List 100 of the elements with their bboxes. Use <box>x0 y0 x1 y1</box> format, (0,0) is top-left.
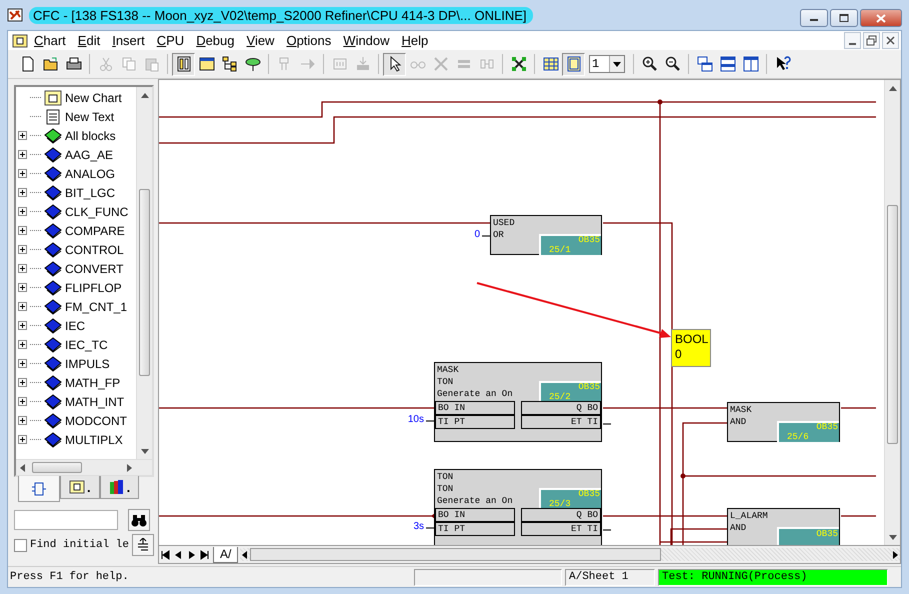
expand-icon[interactable] <box>18 226 27 235</box>
maximize-button[interactable] <box>830 9 858 27</box>
connector-icon <box>244 56 260 72</box>
insert-button[interactable] <box>132 534 154 556</box>
scroll-up-icon[interactable] <box>140 92 148 98</box>
menu-item[interactable]: Chart <box>28 33 72 48</box>
expand-icon[interactable] <box>18 435 27 444</box>
book-icon <box>44 374 62 390</box>
function-block[interactable]: L_ALARM AND OB35 <box>727 508 840 545</box>
zoom-dropdown[interactable]: 1 <box>589 55 625 73</box>
expand-icon[interactable] <box>18 131 27 140</box>
book-icon <box>44 204 62 220</box>
menu-item[interactable]: View <box>240 33 280 48</box>
expand-icon[interactable] <box>18 416 27 425</box>
tree-item[interactable]: MATH_INT <box>16 392 136 411</box>
expand-icon[interactable] <box>18 283 27 292</box>
tree-item[interactable]: IMPULS <box>16 354 136 373</box>
output-pin[interactable]: Q BO <box>521 401 601 415</box>
book-icon <box>44 432 62 448</box>
open-folder-icon <box>42 56 58 72</box>
minimize-icon[interactable] <box>844 32 861 49</box>
expand-icon[interactable] <box>18 264 27 273</box>
block-comment: Generate an On <box>437 495 514 507</box>
panel-tab[interactable] <box>18 476 60 502</box>
tree-item[interactable]: ANALOG <box>16 164 136 183</box>
tree-item[interactable]: MODCONT <box>16 411 136 430</box>
tree-item[interactable]: IEC <box>16 316 136 335</box>
tree-scrollbar[interactable] <box>136 87 152 459</box>
close-button[interactable] <box>860 9 902 27</box>
expand-icon[interactable] <box>18 150 27 159</box>
expand-icon[interactable] <box>18 245 27 254</box>
menu-item[interactable]: Edit <box>72 33 106 48</box>
input-pin[interactable]: BO IN <box>435 401 515 415</box>
menu-item[interactable]: Help <box>396 33 434 48</box>
sequence-number: 25/3 <box>548 499 572 509</box>
function-block[interactable]: MASK AND OB35 25/6 <box>727 402 840 442</box>
scroll-down-icon[interactable] <box>888 534 896 540</box>
horizontal-scrollbar[interactable] <box>16 459 152 475</box>
tree-item[interactable]: MATH_FP <box>16 373 136 392</box>
expand-icon[interactable] <box>18 302 27 311</box>
tree-item[interactable]: New Text <box>16 107 136 126</box>
tree-item[interactable]: CONVERT <box>16 259 136 278</box>
first-sheet-icon[interactable] <box>159 548 172 560</box>
sheet-button[interactable] <box>562 52 585 76</box>
sheet-tab[interactable]: A/ <box>213 546 238 562</box>
tree-item[interactable]: FLIPFLOP <box>16 278 136 297</box>
expand-icon[interactable] <box>18 378 27 387</box>
output-pin[interactable]: ET TI <box>521 415 601 429</box>
tree-item[interactable]: COMPARE <box>16 221 136 240</box>
search-field[interactable] <box>14 510 118 530</box>
scroll-right-icon[interactable] <box>890 550 900 560</box>
function-block[interactable]: USED OR OB35 25/1 <box>490 215 602 255</box>
tree-item[interactable]: All blocks <box>16 126 136 145</box>
menu-item[interactable]: Insert <box>106 33 151 48</box>
checkbox[interactable] <box>14 538 27 552</box>
tree-item[interactable]: MULTIPLX <box>16 430 136 449</box>
menu-item[interactable]: CPU <box>150 33 190 48</box>
tree-item[interactable]: New Chart <box>16 88 136 107</box>
scroll-up-icon[interactable] <box>888 86 896 90</box>
caret-icon <box>609 56 624 72</box>
expand-icon[interactable] <box>18 321 27 330</box>
cascade-icon <box>696 56 712 72</box>
output-pin[interactable]: Q BO <box>521 508 601 522</box>
expand-icon[interactable] <box>18 340 27 349</box>
input-pin[interactable]: BO IN <box>435 508 515 522</box>
menu-item[interactable]: Options <box>280 33 338 48</box>
expand-icon[interactable] <box>18 207 27 216</box>
find-button[interactable] <box>128 509 150 531</box>
expand-icon[interactable] <box>18 169 27 178</box>
cross-arrows-icon <box>510 56 526 72</box>
pointer-button[interactable] <box>383 52 406 76</box>
restore-icon[interactable] <box>863 32 880 49</box>
catalog-button[interactable] <box>172 52 195 76</box>
function-block[interactable]: TON TON Generate an On OB35 25/3 BO IN Q BO TI PT ET TI <box>434 469 602 545</box>
close-icon[interactable] <box>882 32 899 49</box>
panel-tab[interactable]: . <box>100 476 140 499</box>
expand-icon[interactable] <box>18 359 27 368</box>
scroll-down-icon[interactable] <box>140 448 148 454</box>
input-pin[interactable]: TI PT <box>435 522 515 536</box>
vertical-scrollbar[interactable] <box>884 80 900 545</box>
menu-item[interactable]: Debug <box>190 33 240 48</box>
expand-icon[interactable] <box>18 397 27 406</box>
tree-item[interactable]: BIT_LGC <box>16 183 136 202</box>
tree-item[interactable]: IEC_TC <box>16 335 136 354</box>
minimize-button[interactable] <box>800 9 828 27</box>
horizontal-scrollbar[interactable] <box>240 548 900 561</box>
sheet-indicator: A/Sheet 1 <box>565 568 655 586</box>
expand-icon[interactable] <box>18 188 27 197</box>
input-pin[interactable]: TI PT <box>435 415 515 429</box>
last-sheet-icon[interactable] <box>198 548 211 560</box>
status-message: Press F1 for help. <box>10 571 130 583</box>
tree-item[interactable]: CLK_FUNC <box>16 202 136 221</box>
sequence-number: 25/1 <box>548 245 572 255</box>
tree-item[interactable]: FM_CNT_1 <box>16 297 136 316</box>
output-pin[interactable]: ET TI <box>521 522 601 536</box>
panel-tab[interactable]: . <box>60 476 100 499</box>
menu-item[interactable]: Window <box>337 33 396 48</box>
tree-item[interactable]: CONTROL <box>16 240 136 259</box>
function-block[interactable]: MASK TON Generate an On OB35 25/2 BO IN Q BO TI PT ET TI <box>434 362 602 442</box>
tree-item[interactable]: AAG_AE <box>16 145 136 164</box>
